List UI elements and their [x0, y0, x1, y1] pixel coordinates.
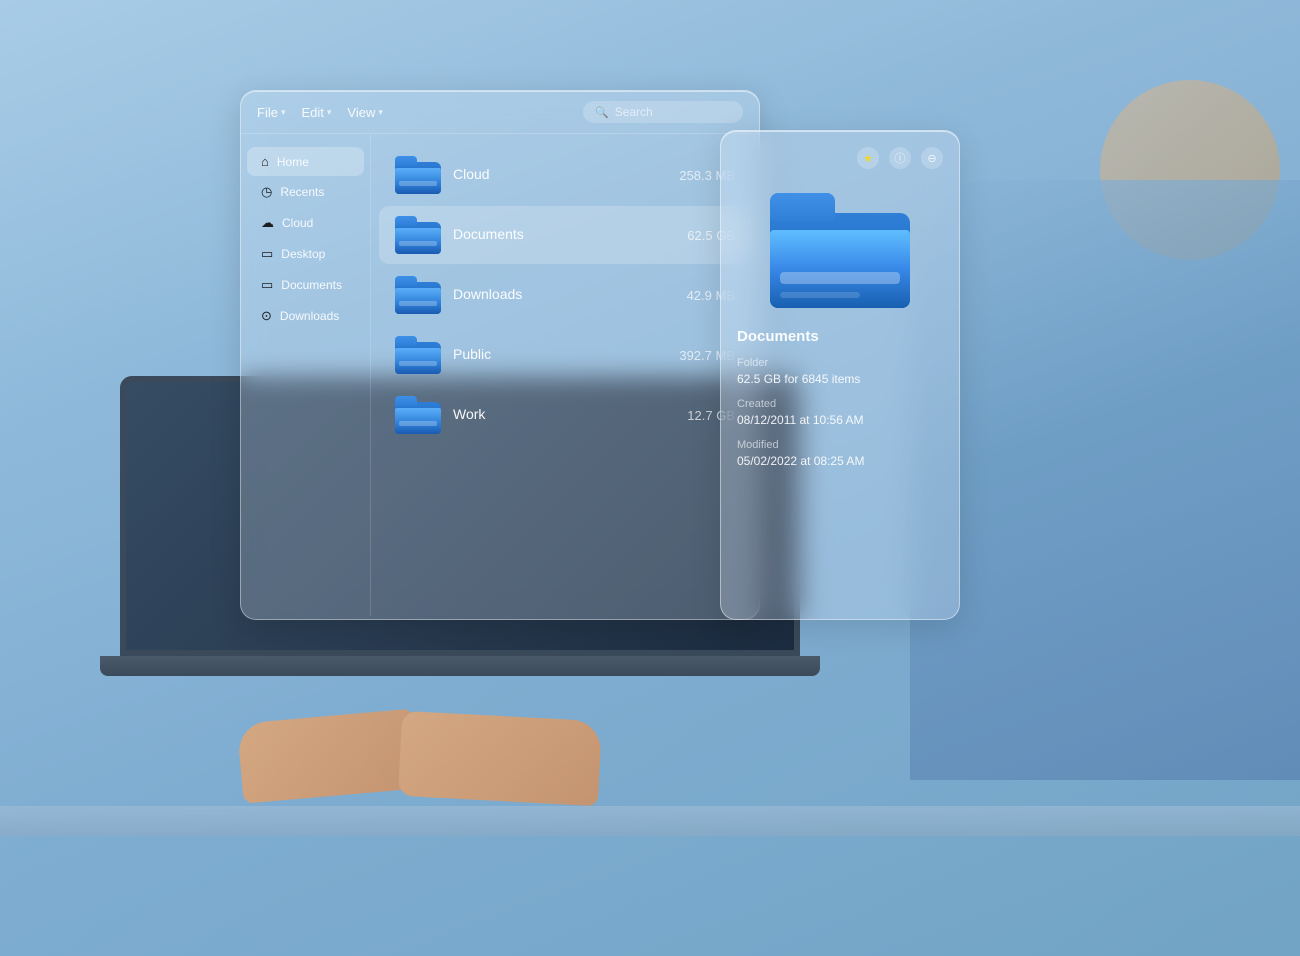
- file-info-work: Work: [453, 406, 687, 424]
- folder-tab: [395, 336, 417, 346]
- file-list: Cloud 258.3 MB Documents 62.5 GB: [371, 134, 759, 616]
- folder-tab: [395, 276, 417, 286]
- sidebar: ⌂ Home ◷ Recents ☁ Cloud ▭ Desktop ▭ Doc…: [241, 134, 371, 616]
- file-row-cloud[interactable]: Cloud 258.3 MB: [379, 146, 751, 204]
- home-icon: ⌂: [261, 154, 269, 169]
- toolbar: File ▾ Edit ▾ View ▾ 🔍: [241, 91, 759, 134]
- big-folder-tab: [770, 193, 835, 221]
- folder-icon: [395, 276, 441, 314]
- folder-tab: [395, 216, 417, 226]
- documents-icon: ▭: [261, 277, 273, 293]
- info-panel: ★ ⓘ ⊖ Documents Folder 62.5 GB for 6845 …: [720, 130, 960, 620]
- folder-shine: [399, 421, 437, 426]
- file-info-downloads: Downloads: [453, 286, 687, 304]
- folder-shine: [399, 181, 437, 186]
- search-icon: 🔍: [595, 106, 609, 119]
- desktop-icon: ▭: [261, 246, 273, 262]
- folder-icon: [395, 396, 441, 434]
- file-row-public[interactable]: Public 392.7 MB: [379, 326, 751, 384]
- info-row-modified: Modified 05/02/2022 at 08:25 AM: [737, 439, 943, 470]
- file-manager-content: ⌂ Home ◷ Recents ☁ Cloud ▭ Desktop ▭ Doc…: [241, 134, 759, 616]
- cloud-icon: ☁: [261, 215, 274, 231]
- hand-left: [237, 708, 423, 803]
- recents-icon: ◷: [261, 184, 272, 200]
- view-menu-chevron: ▾: [378, 107, 383, 118]
- edit-menu-chevron: ▾: [327, 107, 332, 118]
- file-row-documents[interactable]: Documents 62.5 GB: [379, 206, 751, 264]
- file-menu[interactable]: File ▾: [257, 105, 285, 120]
- file-info-documents: Documents: [453, 226, 687, 244]
- big-folder-icon: [770, 193, 910, 308]
- folder-tab: [395, 396, 417, 406]
- info-created-value: 08/12/2011 at 10:56 AM: [737, 412, 943, 429]
- person-shirt: [910, 180, 1300, 780]
- info-button[interactable]: ⓘ: [889, 147, 911, 169]
- folder-shine: [399, 241, 437, 246]
- hands-area: [200, 636, 700, 816]
- folder-icon: [395, 216, 441, 254]
- big-folder-shine: [780, 272, 900, 284]
- file-row-downloads[interactable]: Downloads 42.9 MB: [379, 266, 751, 324]
- file-menu-chevron: ▾: [281, 107, 286, 118]
- sidebar-item-cloud[interactable]: ☁ Cloud: [247, 208, 364, 238]
- big-folder-shine2: [780, 292, 860, 298]
- info-modified-label: Modified: [737, 439, 943, 451]
- info-type-label: Folder: [737, 357, 943, 369]
- file-row-work[interactable]: Work 12.7 GB: [379, 386, 751, 444]
- sidebar-item-home[interactable]: ⌂ Home: [247, 147, 364, 176]
- folder-tab: [395, 156, 417, 166]
- folder-icon: [395, 336, 441, 374]
- star-button[interactable]: ★: [857, 147, 879, 169]
- search-bar[interactable]: 🔍: [583, 101, 743, 123]
- sidebar-item-recents[interactable]: ◷ Recents: [247, 177, 364, 207]
- info-size-value: 62.5 GB for 6845 items: [737, 371, 943, 388]
- folder-icon: [395, 156, 441, 194]
- info-modified-value: 05/02/2022 at 08:25 AM: [737, 453, 943, 470]
- info-details: Documents Folder 62.5 GB for 6845 items …: [737, 328, 943, 479]
- info-row-type: Folder 62.5 GB for 6845 items: [737, 357, 943, 388]
- more-button[interactable]: ⊖: [921, 147, 943, 169]
- file-manager-window: File ▾ Edit ▾ View ▾ 🔍 ⌂ Home ◷ Recents: [240, 90, 760, 620]
- sidebar-item-downloads[interactable]: ⊙ Downloads: [247, 301, 364, 331]
- folder-shine: [399, 361, 437, 366]
- hand-right: [398, 711, 602, 806]
- info-created-label: Created: [737, 398, 943, 410]
- info-panel-header: ★ ⓘ ⊖: [737, 147, 943, 169]
- folder-shine: [399, 301, 437, 306]
- info-row-created: Created 08/12/2011 at 10:56 AM: [737, 398, 943, 429]
- sidebar-item-documents[interactable]: ▭ Documents: [247, 270, 364, 300]
- file-info-public: Public: [453, 346, 679, 364]
- file-info-cloud: Cloud: [453, 166, 679, 184]
- edit-menu[interactable]: Edit ▾: [301, 105, 331, 120]
- view-menu[interactable]: View ▾: [347, 105, 382, 120]
- search-input[interactable]: [615, 105, 735, 119]
- sidebar-item-desktop[interactable]: ▭ Desktop: [247, 239, 364, 269]
- info-title: Documents: [737, 328, 943, 345]
- downloads-icon: ⊙: [261, 308, 272, 324]
